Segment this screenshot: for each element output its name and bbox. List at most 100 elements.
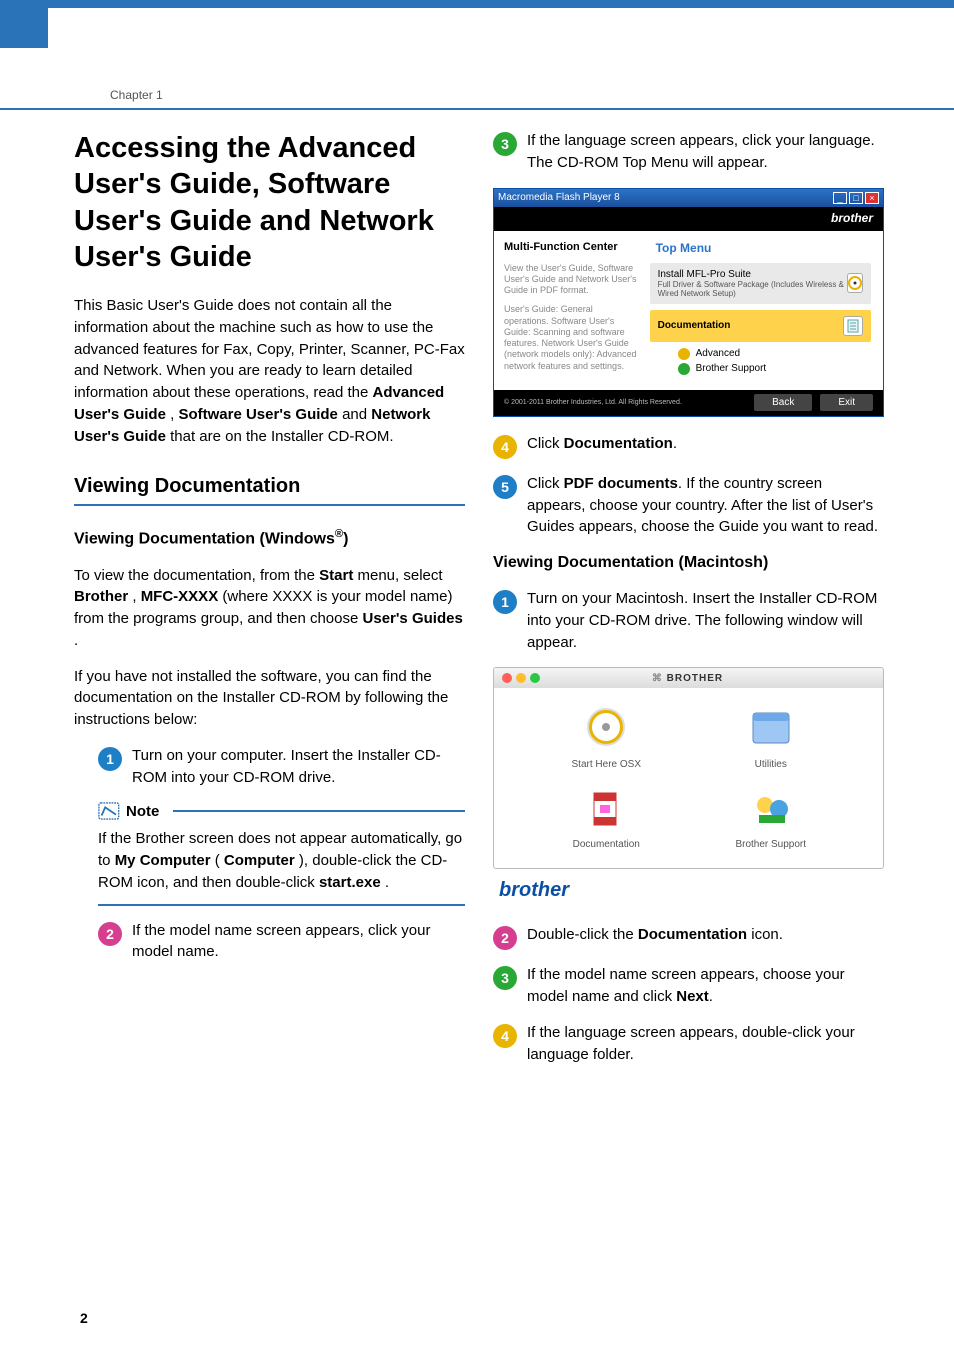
- left-column: Accessing the Advanced User's Guide, Sof…: [74, 130, 465, 1079]
- header-rule: [0, 108, 954, 110]
- cd-icon: [847, 273, 863, 293]
- minimize-icon: [516, 673, 526, 683]
- brand-bar: brother: [494, 207, 883, 231]
- bold-brother: Brother: [74, 588, 128, 605]
- step-number-icon: 4: [493, 435, 517, 459]
- heading-text: Viewing Documentation (Windows: [74, 531, 335, 548]
- note-box: Note If the Brother screen does not appe…: [98, 802, 465, 905]
- text: To view the documentation, from the: [74, 567, 319, 584]
- intro-paragraph: This Basic User's Guide does not contain…: [74, 295, 465, 447]
- intro-text: and: [342, 406, 371, 423]
- step-text: If the model name screen appears, choose…: [527, 964, 884, 1008]
- viewing-doc-heading: Viewing Documentation: [74, 475, 465, 498]
- windows-instruction-2: If you have not installed the software, …: [74, 666, 465, 731]
- minimize-icon: _: [833, 192, 847, 204]
- bold-start-exe: start.exe: [319, 874, 381, 891]
- maximize-icon: □: [849, 192, 863, 204]
- copyright-text: © 2001-2011 Brother Industries, Ltd. All…: [504, 399, 682, 406]
- sub-label: Advanced: [696, 348, 740, 359]
- bold-pdf-documents: PDF documents: [564, 475, 678, 492]
- header-top-bar: [0, 0, 954, 8]
- note-title: Note: [126, 803, 159, 820]
- window-footer: © 2001-2011 Brother Industries, Ltd. All…: [494, 390, 883, 416]
- note-body: If the Brother screen does not appear au…: [98, 820, 465, 903]
- step-4: 4 Click Documentation.: [493, 433, 884, 459]
- step-number-icon: 2: [98, 922, 122, 946]
- support-icon: [678, 363, 690, 375]
- menu-sub-advanced[interactable]: Advanced: [678, 348, 871, 360]
- mac-step-1: 1 Turn on your Macintosh. Insert the Ins…: [493, 588, 884, 653]
- mfc-label: Multi-Function Center: [504, 241, 640, 253]
- menu-item-install[interactable]: Install MFL-Pro SuiteFull Driver & Softw…: [650, 263, 871, 304]
- mac-icon-utilities[interactable]: Utilities: [711, 707, 831, 770]
- step-number-icon: 4: [493, 1024, 517, 1048]
- step-text: Double-click the Documentation icon.: [527, 924, 884, 950]
- note-rule: [173, 810, 465, 812]
- text: Click: [527, 475, 564, 492]
- bold-mfc: MFC-XXXX: [141, 588, 219, 605]
- sub-label: Brother Support: [696, 363, 767, 374]
- step-text: If the language screen appears, click yo…: [527, 130, 884, 174]
- step-3: 3 If the language screen appears, click …: [493, 130, 884, 174]
- text: .: [74, 632, 78, 649]
- page-number: 2: [80, 1310, 88, 1326]
- mac-step-3: 3 If the model name screen appears, choo…: [493, 964, 884, 1008]
- step-text: Turn on your Macintosh. Insert the Insta…: [527, 588, 884, 653]
- window-buttons: _□×: [831, 192, 879, 204]
- step-text: Click Documentation.: [527, 433, 884, 459]
- step-text: Turn on your computer. Insert the Instal…: [132, 745, 465, 789]
- text: menu, select: [358, 567, 443, 584]
- title-text: BROTHER: [667, 673, 723, 684]
- step-text: Click PDF documents. If the country scre…: [527, 473, 884, 538]
- note-icon: [98, 802, 120, 820]
- step-2: 2 If the model name screen appears, clic…: [98, 920, 465, 964]
- exit-button[interactable]: Exit: [820, 394, 873, 411]
- menu-sub-support[interactable]: Brother Support: [678, 363, 871, 375]
- mac-finder-screenshot: ⌘ BROTHER Start Here OSX Utilities Docum: [493, 667, 884, 869]
- step-text: If the model name screen appears, click …: [132, 920, 465, 964]
- close-icon: ×: [865, 192, 879, 204]
- mac-step-4: 4 If the language screen appears, double…: [493, 1022, 884, 1066]
- bold-documentation: Documentation: [564, 435, 673, 452]
- gear-icon: [678, 348, 690, 360]
- menu-item-documentation[interactable]: Documentation: [650, 310, 871, 342]
- mac-icon-start-here[interactable]: Start Here OSX: [546, 707, 666, 770]
- text: .: [709, 988, 713, 1005]
- bold-next: Next: [676, 988, 709, 1005]
- bold-users-guides: User's Guides: [363, 610, 463, 627]
- close-icon: [502, 673, 512, 683]
- step-number-icon: 1: [98, 747, 122, 771]
- text: .: [673, 435, 677, 452]
- step-number-icon: 2: [493, 926, 517, 950]
- cdrom-top-menu-screenshot: Macromedia Flash Player 8 _□× brother Mu…: [493, 188, 884, 417]
- left-desc-2: User's Guide: General operations. Softwa…: [504, 304, 640, 372]
- bold-documentation: Documentation: [638, 926, 747, 943]
- bold-computer: Computer: [224, 852, 295, 869]
- brand-text: brother: [831, 211, 873, 225]
- header-left-tab: [0, 8, 48, 48]
- back-button[interactable]: Back: [754, 394, 812, 411]
- heading-rule: [74, 504, 465, 506]
- brand-word: brother: [499, 879, 884, 902]
- left-desc-1: View the User's Guide, Software User's G…: [504, 263, 640, 297]
- intro-text: that are on the Installer CD-ROM.: [170, 428, 393, 445]
- mac-icon-support[interactable]: Brother Support: [711, 787, 831, 850]
- top-menu-label: Top Menu: [656, 241, 871, 255]
- icon-label: Brother Support: [735, 839, 806, 850]
- text: icon.: [747, 926, 783, 943]
- menu-item-sub: Full Driver & Software Package (Includes…: [658, 280, 847, 298]
- viewing-doc-windows-heading: Viewing Documentation (Windows®): [74, 528, 465, 548]
- menu-item-label: Documentation: [658, 320, 731, 331]
- intro-bold-sug: Software User's Guide: [178, 406, 337, 423]
- icon-label: Utilities: [755, 759, 787, 770]
- text: Double-click the: [527, 926, 638, 943]
- menu-item-label: Install MFL-Pro Suite: [658, 269, 751, 280]
- document-icon: [843, 316, 863, 336]
- step-number-icon: 5: [493, 475, 517, 499]
- window-titlebar: Macromedia Flash Player 8 _□×: [494, 189, 883, 207]
- step-number-icon: 3: [493, 966, 517, 990]
- mac-step-2: 2 Double-click the Documentation icon.: [493, 924, 884, 950]
- step-1: 1 Turn on your computer. Insert the Inst…: [98, 745, 465, 789]
- step-text: If the language screen appears, double-c…: [527, 1022, 884, 1066]
- mac-icon-documentation[interactable]: Documentation: [546, 787, 666, 850]
